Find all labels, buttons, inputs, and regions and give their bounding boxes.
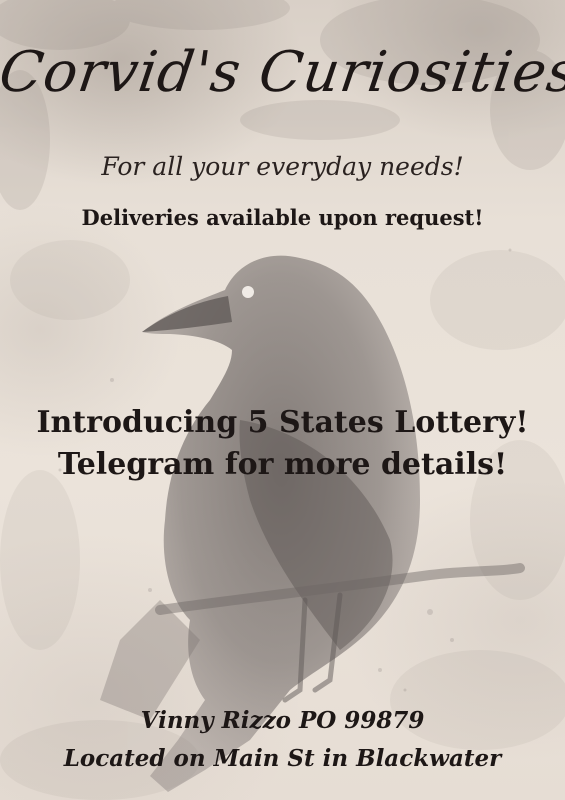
shop-title: Corvid's Curiosities: [0, 40, 565, 105]
lottery-announcement: Introducing 5 States Lottery! Telegram f…: [0, 402, 565, 486]
footer-line-1: Vinny Rizzo PO 99879: [140, 707, 425, 734]
footer-line-2: Located on Main St in Blackwater: [63, 745, 502, 772]
lottery-line-1: Introducing 5 States Lottery!: [36, 405, 529, 440]
lottery-line-2: Telegram for more details!: [57, 447, 508, 482]
footer-address: Vinny Rizzo PO 99879 Located on Main St …: [0, 702, 565, 778]
crow-eye: [242, 286, 254, 298]
crow-illustration: [100, 255, 525, 792]
poster: Corvid's Curiosities For all your everyd…: [0, 0, 565, 800]
deliveries-notice: Deliveries available upon request!: [81, 205, 484, 230]
tagline: For all your everyday needs!: [101, 152, 464, 181]
